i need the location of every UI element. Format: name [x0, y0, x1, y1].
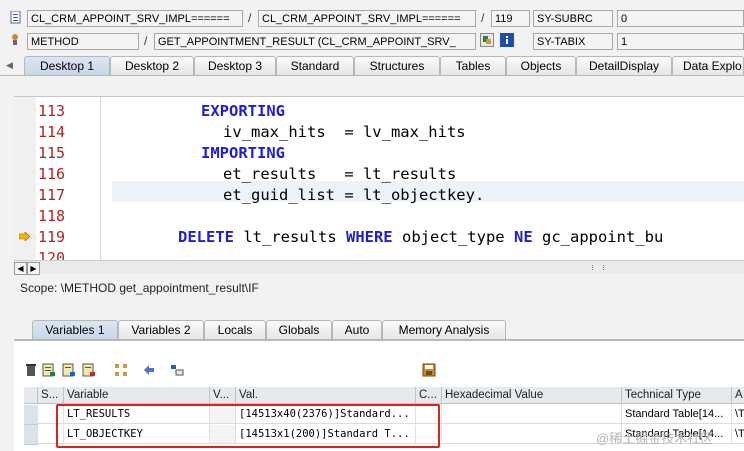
navigate-icon[interactable] [480, 33, 494, 47]
variable-name-field-1[interactable]: SY-SUBRC [533, 10, 613, 27]
tab-auto[interactable]: Auto [332, 320, 382, 339]
hex-cell [442, 425, 622, 444]
code-keyword: NE [513, 228, 533, 246]
row-selector[interactable] [24, 425, 38, 445]
code-keyword: DELETE [178, 228, 234, 246]
column-header-c[interactable]: C... [416, 387, 442, 404]
code-line: iv_max_hits = lv_max_hits [223, 123, 466, 141]
line-number: 115 [38, 144, 66, 162]
code-text: lt_results [234, 228, 346, 246]
code-keyword: IMPORTING [201, 144, 285, 162]
current-statement-arrow-icon [19, 232, 30, 241]
program-field[interactable]: CL_CRM_APPOINT_SRV_IMPL====== [27, 10, 243, 27]
delete-icon[interactable] [24, 363, 38, 377]
code-text: object_type [392, 228, 514, 246]
tab-desktop-2[interactable]: Desktop 2 [110, 56, 194, 75]
highlight-annotation-box [56, 404, 440, 448]
scope-text: Scope: \METHOD get_appointment_result\IF [20, 281, 259, 295]
tab-desktop-3[interactable]: Desktop 3 [194, 56, 276, 75]
tab-variables-2[interactable]: Variables 2 [118, 320, 204, 339]
watermark: @稀土掘金技术社区 [596, 431, 714, 446]
tab-memory-analysis[interactable]: Memory Analysis [382, 320, 506, 339]
scroll-right-icon[interactable]: ▶ [27, 262, 40, 275]
info-icon[interactable] [500, 33, 514, 47]
tab-structures[interactable]: Structures [354, 56, 440, 75]
absolute-type-cell: \T [732, 425, 744, 444]
column-header-variable[interactable]: Variable [64, 387, 210, 404]
column-header-status[interactable]: S... [38, 387, 64, 404]
tab-locals[interactable]: Locals [204, 320, 266, 339]
column-header-absolute[interactable]: A [732, 387, 744, 404]
line-number: 118 [38, 207, 66, 225]
variable-value-field-2[interactable]: 1 [617, 33, 744, 50]
save-variables-icon[interactable] [42, 363, 56, 377]
scrollbar-grip[interactable] [592, 265, 604, 270]
desktop-tabs: Desktop 1 Desktop 2 Desktop 3 Standard S… [0, 56, 744, 76]
code-line: et_results = lt_results [223, 165, 457, 183]
variable-value-field-1[interactable]: 0 [617, 10, 744, 27]
line-number: 113 [38, 102, 66, 120]
variables-tabs: Variables 1 Variables 2 Locals Globals A… [0, 320, 744, 340]
separator: / [481, 11, 485, 25]
column-header-v[interactable]: V... [210, 387, 236, 404]
editor-horizontal-scrollbar[interactable]: ◀ ▶ [14, 260, 744, 275]
code-keyword: WHERE [345, 228, 393, 246]
tree-view-icon[interactable] [170, 363, 184, 377]
hierarchy-icon[interactable] [114, 363, 128, 377]
program-icon [10, 10, 21, 24]
column-header-hexadecimal[interactable]: Hexadecimal Value [442, 387, 622, 404]
absolute-type-cell: \T [732, 405, 744, 424]
hex-cell [442, 405, 622, 424]
tab-globals[interactable]: Globals [266, 320, 332, 339]
line-number: 119 [38, 228, 66, 246]
include-field[interactable]: CL_CRM_APPOINT_SRV_IMPL====== [258, 10, 476, 27]
line-number: 117 [38, 186, 66, 204]
line-number: 114 [38, 123, 66, 141]
header-corner [24, 387, 38, 404]
move-icon[interactable] [142, 363, 156, 377]
separator: / [248, 11, 252, 25]
delete-variables-icon[interactable] [82, 363, 96, 377]
row-selector[interactable] [24, 405, 38, 425]
line-number: 116 [38, 165, 66, 183]
tab-detaildisplay[interactable]: DetailDisplay [576, 56, 672, 75]
code-keyword: EXPORTING [201, 102, 285, 120]
scroll-left-icon[interactable]: ◀ [14, 262, 27, 275]
event-field[interactable]: GET_APPOINTMENT_RESULT (CL_CRM_APPOINT_S… [154, 33, 476, 50]
tab-objects[interactable]: Objects [506, 56, 576, 75]
line-field[interactable]: 119 [491, 10, 530, 27]
code-line-119: DELETE lt_results WHERE object_type NE g… [178, 227, 663, 248]
tab-standard[interactable]: Standard [276, 56, 354, 75]
tab-scroll-left-icon[interactable]: ◀ [6, 60, 16, 72]
technical-type-cell: Standard Table[14... [622, 405, 732, 424]
event-type-field[interactable]: METHOD [27, 33, 139, 50]
tab-desktop-1[interactable]: Desktop 1 [24, 56, 110, 75]
tab-variables-1[interactable]: Variables 1 [32, 320, 118, 339]
code-line: et_guid_list = lt_objectkey. [223, 186, 485, 204]
code-text: gc_appoint_bu [532, 228, 664, 246]
variable-name-field-2[interactable]: SY-TABIX [533, 33, 613, 50]
column-header-technical-type[interactable]: Technical Type [622, 387, 732, 404]
source-code-editor[interactable]: 113 114 115 116 117 118 119 120 EXPORTIN… [14, 96, 744, 261]
save-icon[interactable] [422, 363, 436, 377]
load-variables-icon[interactable] [62, 363, 76, 377]
tab-tables[interactable]: Tables [440, 56, 506, 75]
separator: / [144, 34, 148, 48]
method-icon [10, 33, 21, 46]
column-header-value[interactable]: Val. [236, 387, 416, 404]
tab-data-explorer[interactable]: Data Explo [672, 56, 744, 75]
